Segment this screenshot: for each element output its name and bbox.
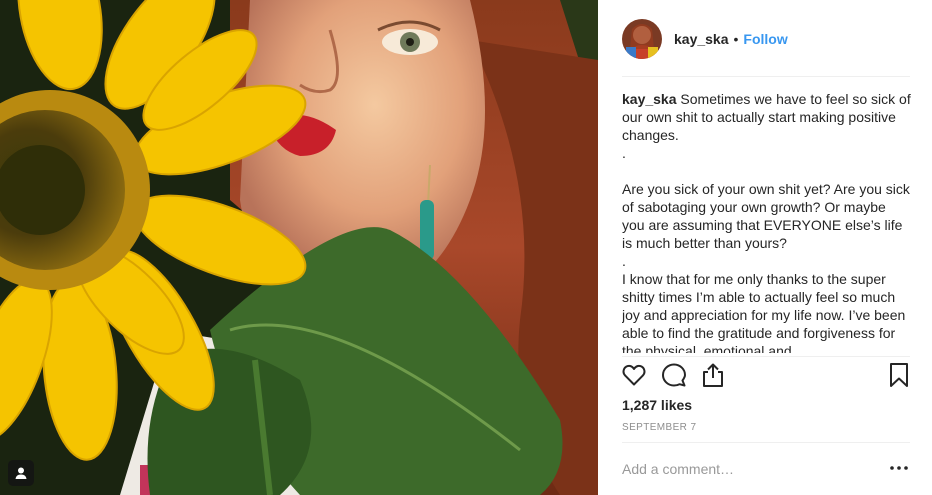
share-icon[interactable] (700, 362, 728, 390)
header-divider (622, 76, 910, 77)
follow-button[interactable]: Follow (743, 31, 787, 47)
sunflower-portrait-image (0, 0, 598, 495)
more-options-icon[interactable] (888, 460, 910, 476)
post-header: kay_ska • Follow (622, 18, 908, 60)
heart-icon[interactable] (621, 362, 649, 390)
comment-divider (622, 442, 910, 443)
comment-bubble-icon[interactable] (661, 362, 689, 390)
caption-text: Sometimes we have to feel so sick of our… (622, 91, 911, 353)
header-separator: • (733, 31, 739, 47)
comment-input[interactable] (622, 459, 862, 479)
caption: kay_ska Sometimes we have to feel so sic… (622, 90, 912, 353)
post-date[interactable]: SEPTEMBER 7 (622, 422, 696, 433)
post-side-panel: kay_ska • Follow kay_ska Sometimes we ha… (598, 0, 932, 495)
like-count[interactable]: 1,287 likes (622, 397, 692, 413)
post-photo[interactable] (0, 0, 598, 495)
action-bar (622, 362, 910, 390)
author-username[interactable]: kay_ska (674, 31, 729, 47)
caption-divider (622, 356, 910, 357)
user-tag-icon[interactable] (8, 460, 34, 486)
comments-scroll-area[interactable]: kay_ska Sometimes we have to feel so sic… (622, 90, 912, 353)
bookmark-icon[interactable] (886, 362, 914, 390)
caption-username[interactable]: kay_ska (622, 91, 677, 107)
author-avatar[interactable] (622, 19, 662, 59)
